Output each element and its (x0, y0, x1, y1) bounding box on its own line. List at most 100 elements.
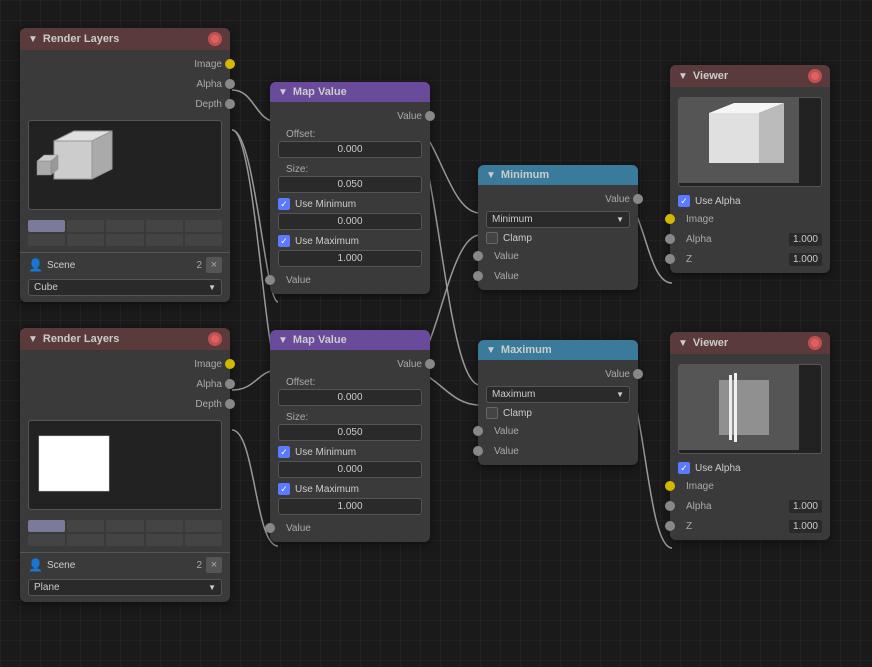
minimum-value2-socket[interactable] (473, 271, 483, 281)
viewer-alpha-socket-bottom[interactable] (665, 501, 675, 511)
layer-cell[interactable] (185, 520, 222, 532)
minimum-header: ▼ Minimum (478, 165, 638, 185)
use-min-row-bottom: Use Minimum (270, 444, 430, 460)
layer-dropdown-bottom[interactable]: Plane (20, 577, 230, 598)
image-socket-top[interactable] (225, 59, 235, 69)
image-socket-bottom[interactable] (225, 359, 235, 369)
scene-icon-bottom: 👤 (28, 558, 43, 572)
layer-cell[interactable] (28, 220, 65, 232)
maximum-output: Value (478, 364, 638, 384)
minimum-value1-row: Value (478, 246, 638, 266)
minimum-clamp-checkbox[interactable] (486, 232, 498, 244)
maximum-type-dropdown[interactable]: Maximum (478, 384, 638, 405)
layer-cell[interactable] (106, 534, 143, 546)
layer-cell[interactable] (106, 234, 143, 246)
layer-cell[interactable] (67, 534, 104, 546)
viewer-alpha-socket-top[interactable] (665, 234, 675, 244)
render-layers-icon-bottom (208, 332, 222, 346)
collapse-arrow-top[interactable]: ▼ (28, 34, 38, 45)
alpha-socket-top[interactable] (225, 79, 235, 89)
minimum-dropdown-select[interactable]: Minimum (486, 211, 630, 228)
viewer-preview-top (678, 97, 822, 187)
alpha-socket-bottom[interactable] (225, 379, 235, 389)
layer-cell[interactable] (67, 234, 104, 246)
viewer-alpha-input-bottom: Alpha 1.000 (670, 496, 830, 516)
viewer-image-socket-bottom[interactable] (665, 481, 675, 491)
layer-cell[interactable] (106, 520, 143, 532)
layer-dropdown-select-bottom[interactable]: Plane (28, 579, 222, 596)
layer-cell[interactable] (185, 534, 222, 546)
layer-cell[interactable] (67, 220, 104, 232)
layer-cell[interactable] (185, 234, 222, 246)
size-input-bottom[interactable] (278, 424, 422, 441)
use-alpha-label-bottom: Use Alpha (695, 463, 741, 474)
viewer-z-socket-top[interactable] (665, 254, 675, 264)
minimum-value2-label: Value (486, 271, 519, 282)
value-out-socket-bottom[interactable] (425, 359, 435, 369)
maximum-value2-label: Value (486, 446, 519, 457)
maximum-dropdown-select[interactable]: Maximum (486, 386, 630, 403)
viewer-z-label-bottom: Z (678, 521, 789, 532)
layer-cell[interactable] (28, 534, 65, 546)
minimum-value2-row: Value (478, 266, 638, 286)
layer-cell[interactable] (106, 220, 143, 232)
render-layers-node-bottom: ▼ Render Layers Image Alpha Depth (20, 328, 230, 602)
use-min-label-top: Use Minimum (295, 199, 356, 210)
viewer-alpha-val-bottom: 1.000 (789, 500, 822, 513)
minimum-type-dropdown[interactable]: Minimum (478, 209, 638, 230)
use-max-checkbox-bottom[interactable] (278, 483, 290, 495)
viewer-z-socket-bottom[interactable] (665, 521, 675, 531)
use-min-val-bottom[interactable] (278, 461, 422, 478)
maximum-title: Maximum (501, 344, 552, 356)
render-footer-bottom: 👤 Scene 2 × (20, 552, 230, 577)
use-max-val-bottom[interactable] (278, 498, 422, 515)
value-in-socket-top[interactable] (265, 275, 275, 285)
use-min-checkbox-top[interactable] (278, 198, 290, 210)
layer-cell[interactable] (146, 534, 183, 546)
layer-cell[interactable] (146, 220, 183, 232)
render-layers-icon-top (208, 32, 222, 46)
collapse-arrow-bottom[interactable]: ▼ (28, 334, 38, 345)
value-out-socket-top[interactable] (425, 111, 435, 121)
use-max-val-top[interactable] (278, 250, 422, 267)
value-in-socket-bottom[interactable] (265, 523, 275, 533)
offset-input-top[interactable] (278, 141, 422, 158)
render-layers-title-top: Render Layers (43, 33, 119, 45)
use-alpha-checkbox-bottom[interactable] (678, 462, 690, 474)
maximum-clamp-checkbox[interactable] (486, 407, 498, 419)
depth-socket-bottom[interactable] (225, 399, 235, 409)
size-input-top[interactable] (278, 176, 422, 193)
minimum-value1-socket[interactable] (473, 251, 483, 261)
layer-cell[interactable] (146, 520, 183, 532)
viewer-image-input-top: Image (670, 209, 830, 229)
layer-cell[interactable] (28, 520, 65, 532)
use-alpha-checkbox-top[interactable] (678, 195, 690, 207)
viewer-icon-top (808, 69, 822, 83)
layer-cell[interactable] (67, 520, 104, 532)
minimum-out-socket[interactable] (633, 194, 643, 204)
layer-dropdown-top[interactable]: Cube (20, 277, 230, 298)
layer-dropdown-select-top[interactable]: Cube (28, 279, 222, 296)
depth-socket-top[interactable] (225, 99, 235, 109)
depth-label-bottom: Depth (28, 399, 222, 410)
use-min-val-top[interactable] (278, 213, 422, 230)
size-label-top: Size: (278, 163, 422, 175)
viewer-title-top: Viewer (693, 70, 728, 82)
use-max-checkbox-top[interactable] (278, 235, 290, 247)
layer-cell[interactable] (146, 234, 183, 246)
map-value-node-top: ▼ Map Value Value Offset: Size: Use Mini… (270, 82, 430, 294)
layer-cell[interactable] (185, 220, 222, 232)
offset-input-bottom[interactable] (278, 389, 422, 406)
use-min-checkbox-bottom[interactable] (278, 446, 290, 458)
layer-cell[interactable] (28, 234, 65, 246)
scene-close-bottom[interactable]: × (206, 557, 222, 573)
maximum-out-socket[interactable] (633, 369, 643, 379)
maximum-value2-socket[interactable] (473, 446, 483, 456)
minimum-clamp-label: Clamp (503, 233, 532, 244)
maximum-clamp-row: Clamp (478, 405, 638, 421)
viewer-image-socket-top[interactable] (665, 214, 675, 224)
scene-close-top[interactable]: × (206, 257, 222, 273)
maximum-value1-socket[interactable] (473, 426, 483, 436)
viewer-z-input-top: Z 1.000 (670, 249, 830, 269)
value-out-label-top: Value (278, 111, 422, 122)
